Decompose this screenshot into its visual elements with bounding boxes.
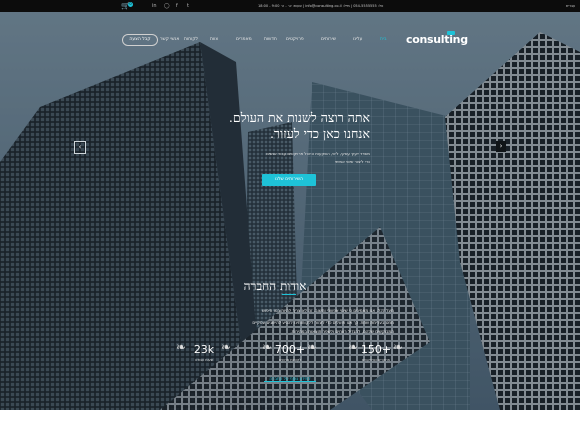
laurel-icon: ❧ <box>176 340 187 354</box>
stat-label: שעות עבודה <box>194 358 214 362</box>
nav-item-about[interactable]: עלינו <box>353 37 362 42</box>
slider-next-button[interactable]: › <box>496 141 506 152</box>
laurel-icon: ❧ <box>262 340 273 354</box>
logo-accent <box>447 31 455 35</box>
main-nav: consulting בית עלינו שירותים פרויקטים חד… <box>0 12 580 46</box>
laurel-icon: ❧ <box>393 340 404 354</box>
contact-info: טל: 054-5555555 | מייל: info@consulting.… <box>258 3 384 8</box>
hero-headline-line2: אנחנו כאן כדי לעזור. <box>269 126 370 141</box>
stat-hours: ❧ 23k ❧ שעות עבודה <box>174 338 234 362</box>
nav-item-team[interactable]: צוות <box>210 37 218 42</box>
top-bar: 🛒 0 in ◯ f t טל: 054-5555555 | מייל: inf… <box>0 0 580 12</box>
about-text-line1: מעל לכל, אנו מאמינים כי שינוי אפשרי וחשו… <box>261 308 394 313</box>
nav-item-articles[interactable]: מאמרים <box>236 37 252 42</box>
nav-item-news[interactable]: חדשות <box>264 37 277 42</box>
twitter-icon[interactable]: t <box>187 3 189 9</box>
stat-number: 23k <box>193 343 215 356</box>
stat-label: מחקרים ופרויקטים <box>361 358 391 362</box>
chevron-left-icon: ‹ <box>78 143 82 151</box>
chevron-right-icon: › <box>499 142 503 150</box>
laurel-icon: ❧ <box>307 340 318 354</box>
facebook-icon[interactable]: f <box>176 3 178 9</box>
nav-item-projects[interactable]: פרויקטים <box>286 37 304 42</box>
laurel-icon: ❧ <box>348 340 359 354</box>
about-text-line3: המבוקשים שלהם, להגדיל רווחים ולשפר תוצאו… <box>290 329 394 334</box>
about-title: אודות החברה <box>243 279 307 293</box>
stat-projects: ❧ 150+ ❧ מחקרים ופרויקטים <box>346 338 406 362</box>
services-cta-button[interactable]: השירותים שלנו <box>262 174 316 186</box>
language-switcher[interactable]: עברית <box>566 4 575 8</box>
nav-item-home[interactable]: בית <box>380 37 387 42</box>
quote-button[interactable]: קבל הצעה <box>122 34 158 46</box>
hero-subtext-line2: כדי ליצור שינוי אמיתי <box>334 159 370 164</box>
about-text-line2: מחט בערימת שחת. כך אנו פועלים כדי לעזור … <box>252 320 394 325</box>
stat-number: 700+ <box>274 343 306 356</box>
about-title-underline <box>282 294 296 295</box>
about-more-link[interactable]: למידע נוסף על החברה <box>264 376 316 382</box>
laurel-icon: ❧ <box>221 340 232 354</box>
instagram-icon[interactable]: ◯ <box>164 3 170 9</box>
stat-clients: ❧ 700+ ❧ לקוחות מרוצים <box>260 338 320 362</box>
nav-item-clients[interactable]: לקוחות <box>184 37 198 42</box>
cart-count-badge: 0 <box>128 2 133 7</box>
hero-headline-line1: אתה רוצה לשנות את העולם. <box>228 110 370 125</box>
stat-number: 150+ <box>360 343 392 356</box>
slider-prev-button[interactable]: ‹ <box>74 141 86 154</box>
hero-subtext-line1: משרד ייעוץ עסקי, ליווי, השקעות וניהול פר… <box>266 151 370 156</box>
stat-label: לקוחות מרוצים <box>278 358 302 362</box>
linkedin-icon[interactable]: in <box>152 3 157 9</box>
nav-item-contact[interactable]: אנשי קשר <box>160 37 179 42</box>
site-logo[interactable]: consulting <box>406 33 468 46</box>
nav-item-services[interactable]: שירותים <box>321 37 336 42</box>
